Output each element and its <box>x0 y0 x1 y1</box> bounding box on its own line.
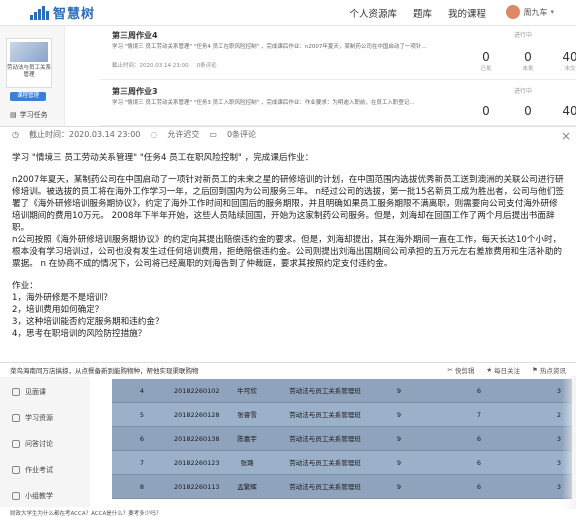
nav-my-courses[interactable]: 我的课程 <box>448 6 486 20</box>
site-logo[interactable]: 智慧树 <box>30 3 95 22</box>
close-icon[interactable]: × <box>561 129 571 143</box>
scroll-fade <box>562 376 576 509</box>
quick-edit-link[interactable]: ✂ 快剪辑 <box>447 365 474 375</box>
task-detail-comments[interactable]: 0条评论 <box>227 129 256 140</box>
sidebar-item-label: 学习任务 <box>19 111 48 119</box>
folder-icon <box>12 414 20 422</box>
task-title[interactable]: 第三周作业3 <box>112 86 158 97</box>
chat-icon <box>12 440 20 448</box>
comment-icon: ▭ <box>209 130 217 139</box>
task-meta: 截止时间：2020.03.14 23:00 0条评论 <box>112 61 217 69</box>
quick-links: ✂ 快剪辑 ★ 每日关注 ⚑ 热点资讯 <box>447 365 566 375</box>
case-paragraph-1: n2007年夏天，某制药公司在中国启动了一项针对新员工的未来之星的研修培训的计划… <box>12 175 564 233</box>
task-card[interactable]: 第三周作业4 学习 "情境三 员工劳动关系管理" "任务4 员工在职风险控制" … <box>100 26 576 80</box>
task-detail-deadline: 截止时间：2020.03.14 23:00 <box>28 130 141 139</box>
task-description: 学习 "情境三 员工劳动关系管理" "任务4 员工在职风险控制" ，完成课后作业… <box>112 44 427 50</box>
video-icon <box>12 388 20 396</box>
table-row[interactable]: 4 20182260102 牛可欣 劳动法与员工关系管理班 9 6 3 <box>112 379 572 403</box>
sidebar-item-tasks[interactable]: ▤ 学习任务 <box>10 110 48 120</box>
nav-resource-library[interactable]: 个人资源库 <box>349 6 397 20</box>
nav-question-bank[interactable]: 题库 <box>413 6 432 20</box>
course-sidebar: 劳动法与员工关系管理 课程管理 ▤ 学习任务 <box>0 26 65 126</box>
stat-unsubmitted[interactable]: 40 <box>559 104 576 118</box>
task-detail-panel: ◷ 截止时间：2020.03.14 23:00 ◌ 允许迟交 ▭ 0条评论 × … <box>0 126 576 363</box>
late-submit-label: 允许迟交 <box>167 130 200 139</box>
avatar <box>506 5 521 19</box>
question-3: 3，这种培训能否约定服务期和违约金？ <box>12 317 164 327</box>
chevron-down-icon: ▾ <box>550 8 554 16</box>
daily-follow-link[interactable]: ★ 每日关注 <box>486 365 520 375</box>
menu-item-discussion[interactable]: 问答讨论 <box>12 439 53 449</box>
task-card[interactable]: 第三周作业3 学习 "情境三 员工劳动关系管理" "任务3 员工入职风险控制" … <box>100 82 576 126</box>
menu-item-group[interactable]: 小组教学 <box>12 491 53 501</box>
question-1: 1，海外研修是不是培训？ <box>12 293 112 303</box>
late-submit-icon: ◌ <box>150 130 158 139</box>
status-badge: 进行中 <box>513 32 532 39</box>
case-paragraph-2: n公司按照《海外研修培训服务期协议》的约定向其提出赔偿违约金的要求。但是，刘海却… <box>12 235 563 269</box>
ticker-text: 菜鸟海南同万店搞掠，从点餐备新到能购物种，帮他实现渠联购物 <box>10 366 199 375</box>
top-nav-links: 个人资源库 题库 我的课程 <box>349 6 486 20</box>
task-title[interactable]: 第三周作业4 <box>112 30 158 41</box>
task-stats: 0 已批 0 未批 40 未交 <box>475 50 576 72</box>
question-2: 2，培训费用如何确定？ <box>12 305 104 315</box>
user-menu[interactable]: 周九车 ▾ <box>506 5 554 19</box>
stat-unsubmitted[interactable]: 40 未交 <box>559 50 576 72</box>
task-description: 学习 "情境三 员工劳动关系管理" "任务3 员工入职风险控制" ，完成课后作业… <box>112 100 415 106</box>
table-row[interactable]: 8 20182260113 孟繁辉 劳动法与员工关系管理班 9 6 3 <box>112 475 572 499</box>
course-manage-button[interactable]: 课程管理 <box>10 92 46 101</box>
course-menu: 见面课 学习资源 问答讨论 作业考试 小组教学 <box>0 377 90 507</box>
task-icon: ▤ <box>10 111 17 119</box>
menu-item-live-class[interactable]: 见面课 <box>12 387 46 397</box>
hot-news-link[interactable]: ⚑ 热点资讯 <box>532 365 566 375</box>
footer-ticker[interactable]: 财政大学生为什么都在考ACCA？ACCA是什么？要考多少吗？ <box>0 509 576 517</box>
question-4: 4，思考在职培训的风险防控措施？ <box>12 329 147 339</box>
task-deadline: 截止时间：2020.03.14 23:00 <box>112 63 189 69</box>
stat-graded[interactable]: 0 已批 <box>475 50 497 72</box>
logo-text: 智慧树 <box>53 7 96 22</box>
background-window: 菜鸟海南同万店搞掠，从点餐备新到能购物种，帮他实现渠联购物 ✂ 快剪辑 ★ 每日… <box>0 363 576 517</box>
logo-bars-icon <box>30 5 49 20</box>
user-name: 周九车 <box>523 7 548 17</box>
stat-ungraded[interactable]: 0 未批 <box>517 50 539 72</box>
group-icon <box>12 492 20 500</box>
clock-icon: ◷ <box>12 130 19 139</box>
document-icon <box>12 466 20 474</box>
menu-item-homework[interactable]: 作业考试 <box>12 465 53 475</box>
status-badge: 进行中 <box>513 88 532 95</box>
menu-item-resources[interactable]: 学习资源 <box>12 413 53 423</box>
course-card[interactable]: 劳动法与员工关系管理 <box>6 38 52 88</box>
task-comments[interactable]: 0条评论 <box>197 61 217 69</box>
table-row[interactable]: 7 20182260123 张璐 劳动法与员工关系管理班 9 6 3 <box>112 451 572 475</box>
stat-graded[interactable]: 0 <box>475 104 497 118</box>
stat-ungraded[interactable]: 0 <box>517 104 539 118</box>
table-row[interactable]: 6 20182260138 陈嘉宇 劳动法与员工关系管理班 9 6 3 <box>112 427 572 451</box>
homework-label: 作业： <box>12 281 38 291</box>
task-detail-meta: ◷ 截止时间：2020.03.14 23:00 ◌ 允许迟交 ▭ 0条评论 <box>12 129 256 140</box>
task-stats: 0 0 40 <box>475 104 576 118</box>
task-intro: 学习 "情境三 员工劳动关系管理" "任务4 员工在职风险控制" ，完成课后作业… <box>12 153 314 163</box>
table-row[interactable]: 5 20182260128 张睿雪 劳动法与员工关系管理班 9 7 2 <box>112 403 572 427</box>
top-nav-bar: 智慧树 个人资源库 题库 我的课程 周九车 ▾ <box>0 0 576 26</box>
student-table: 4 20182260102 牛可欣 劳动法与员工关系管理班 9 6 3 5 201822601… <box>112 379 572 499</box>
task-detail-content: 学习 "情境三 员工劳动关系管理" "任务4 员工在职风险控制" ，完成课后作业… <box>12 152 564 340</box>
